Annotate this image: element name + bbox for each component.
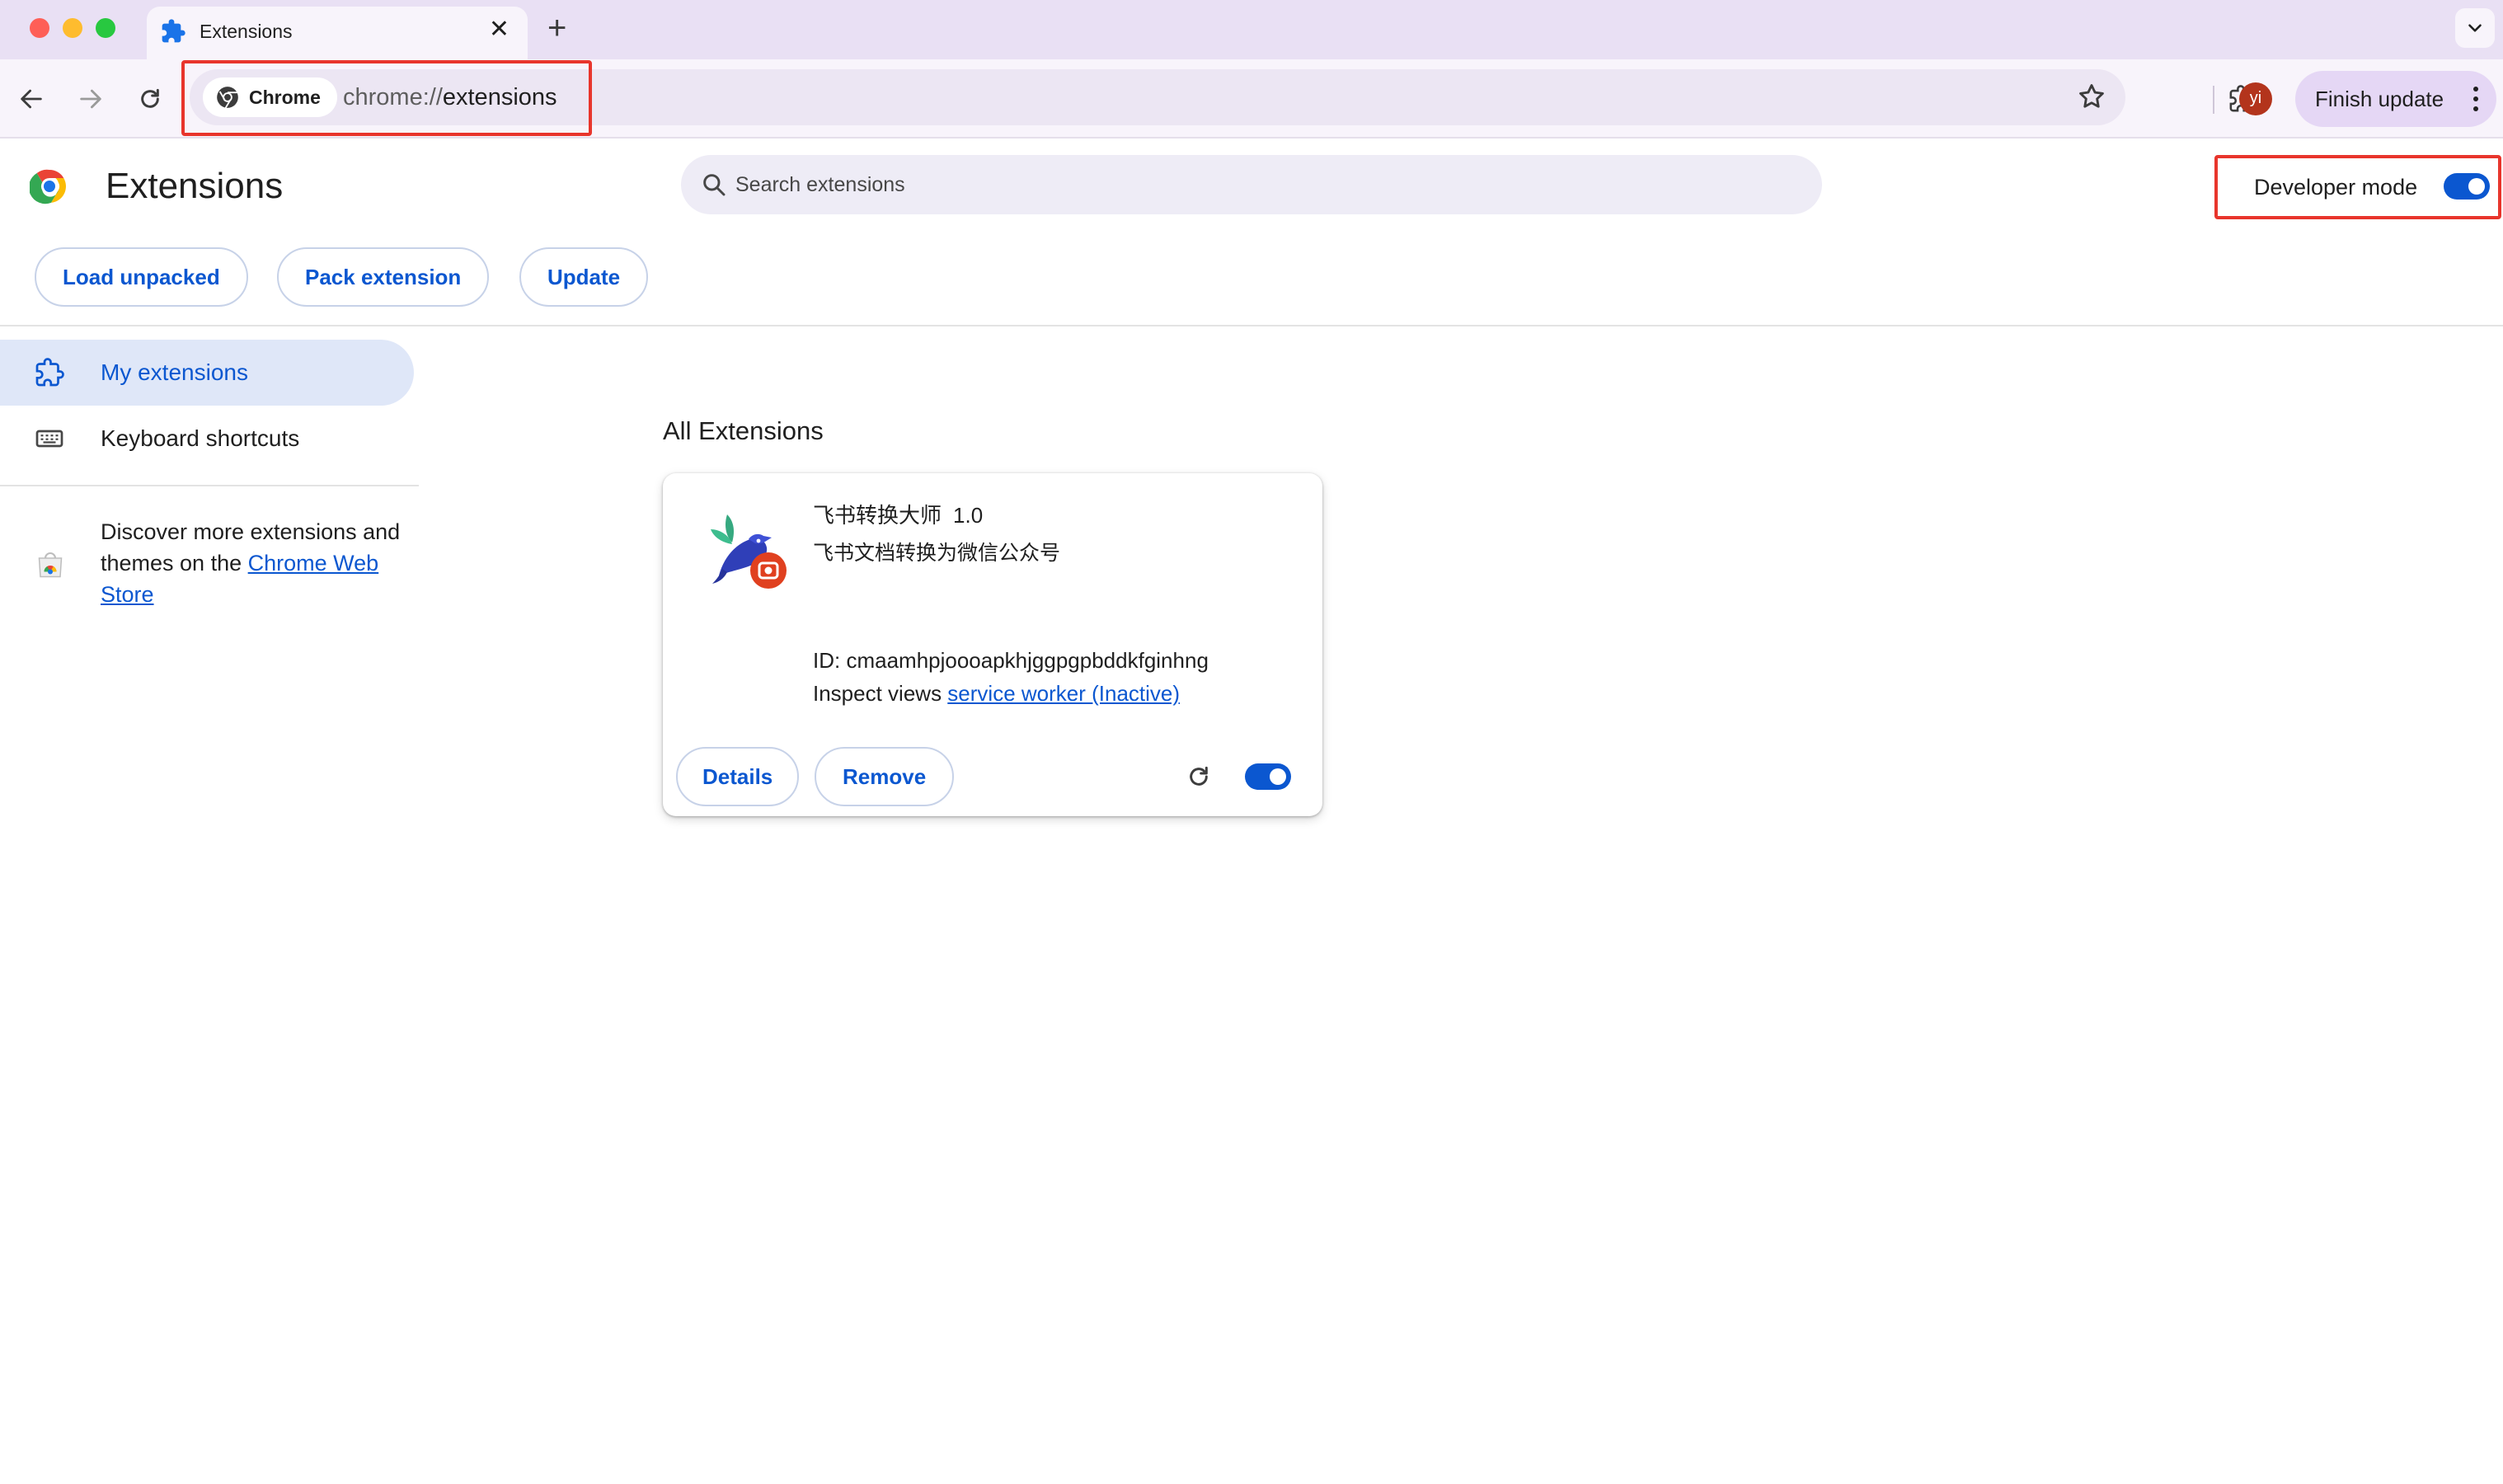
reload-button[interactable] [129,77,171,120]
new-tab-button[interactable]: + [547,10,566,46]
section-title: All Extensions [663,416,824,445]
chrome-logo-icon [30,169,66,204]
discover-text: Discover more extensions and themes on t… [101,516,414,610]
extension-id: cmaamhpjoooapkhjggpgpbddkfginhng [846,648,1209,673]
inspect-views-row: Inspect views service worker (Inactive) [813,679,1180,707]
page-title: Extensions [106,166,284,206]
tab-search-button[interactable] [2455,8,2495,48]
sidebar-divider [0,485,419,486]
arrow-right-icon [80,89,101,109]
window-minimize-button[interactable] [63,18,82,38]
finish-update-button[interactable]: Finish update [2295,71,2496,127]
remove-button[interactable]: Remove [815,747,955,806]
window-zoom-button[interactable] [96,18,115,38]
keyboard-icon [35,430,63,448]
url-highlight-box [181,60,592,136]
extension-version: 1.0 [953,503,984,528]
finish-update-label: Finish update [2315,87,2444,111]
sidebar-item-keyboard-shortcuts[interactable]: Keyboard shortcuts [0,406,414,472]
toolbar-separator [2213,86,2214,114]
forward-button[interactable] [69,77,112,120]
tab-close-icon[interactable]: ✕ [489,16,510,43]
update-button[interactable]: Update [519,247,649,307]
profile-avatar[interactable]: yi [2239,82,2272,115]
extension-name-row: 飞书转换大师 1.0 [813,501,983,529]
inspect-views-label: Inspect views [813,681,948,706]
chrome-web-store-icon [38,552,63,578]
arrow-left-icon [21,89,42,109]
extensions-header: Extensions Developer mode Load unpacked … [0,139,2503,326]
tab-title: Extensions [200,21,293,42]
extension-enable-toggle[interactable] [1245,763,1291,790]
more-vert-icon [2473,87,2478,111]
puzzle-icon [162,19,185,43]
chevron-down-icon [2468,24,2482,32]
service-worker-link[interactable]: service worker (Inactive) [947,681,1180,706]
search-icon [703,174,726,196]
extension-id-row: ID: cmaamhpjoooapkhjggpgpbddkfginhng [813,646,1209,674]
extension-card: 飞书转换大师 1.0 飞书文档转换为微信公众号 ID: cmaamhpjoooap… [663,473,1322,816]
pack-extension-button[interactable]: Pack extension [277,247,490,307]
star-icon[interactable] [2076,81,2107,112]
extension-name: 飞书转换大师 [813,503,942,528]
extension-id-label: ID: [813,648,847,673]
reload-icon [141,88,159,108]
details-button[interactable]: Details [676,747,800,806]
sidebar-item-my-extensions[interactable]: My extensions [0,340,414,406]
search-input[interactable] [735,155,1791,214]
sidebar-item-label: My extensions [101,359,248,385]
sidebar-item-label: Keyboard shortcuts [101,425,300,451]
tab-extensions[interactable]: Extensions ✕ [147,7,528,59]
window-close-button[interactable] [30,18,49,38]
reload-icon [1190,766,1208,786]
tab-strip: Extensions ✕ + [0,0,2503,59]
back-button[interactable] [10,77,53,120]
bird-extension-icon [711,514,787,589]
extension-outline-icon [35,358,64,387]
toggle-knob [1270,768,1286,785]
developer-mode-highlight-box [2214,155,2501,219]
load-unpacked-button[interactable]: Load unpacked [35,247,248,307]
reload-extension-button[interactable] [1181,758,1217,795]
extension-description: 飞书文档转换为微信公众号 [813,542,1061,565]
search-box[interactable] [681,155,1822,214]
